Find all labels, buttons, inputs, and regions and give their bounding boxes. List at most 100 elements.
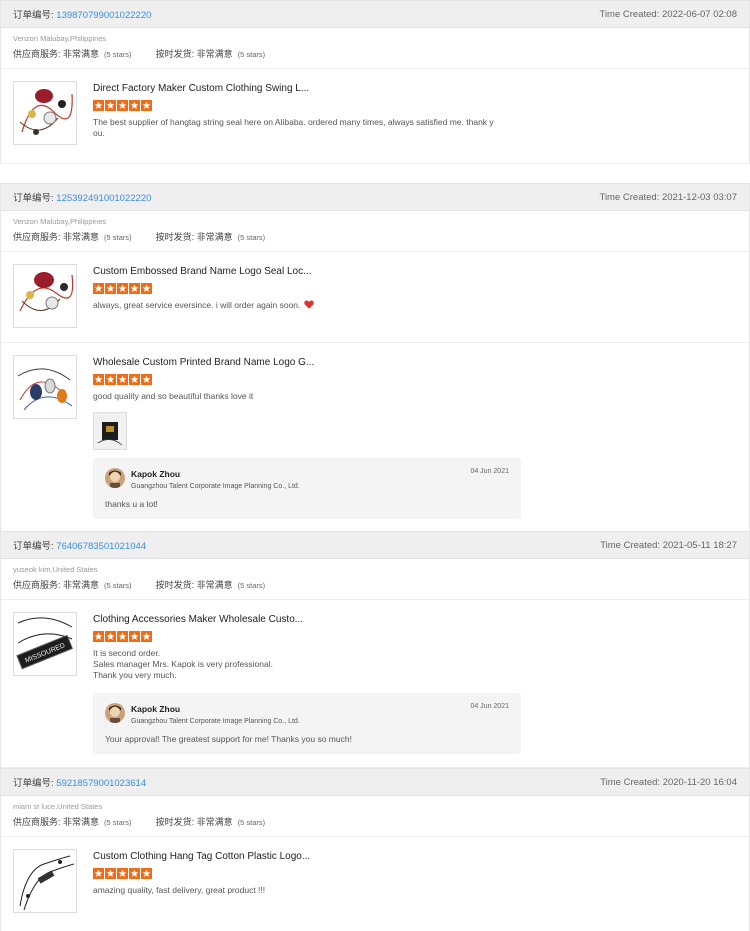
star-icon: [141, 631, 152, 642]
heart-icon: [304, 300, 315, 309]
reply-author: Kapok Zhou: [131, 469, 181, 479]
order-ratings: 供应商服务: 非常满意 (5 stars) 按时发货: 非常满意 (5 stars): [13, 815, 737, 828]
delivery-value: 非常满意: [196, 232, 233, 242]
reply-date: 04 Jun 2021: [470, 468, 509, 475]
review-comment: good quality and so beautiful thanks lov…: [93, 391, 254, 401]
order-number-link[interactable]: 76406783501021044: [56, 541, 146, 552]
star-icon: [117, 631, 128, 642]
supplier-service-label: 供应商服务:: [13, 232, 61, 242]
reply-author: Kapok Zhou: [131, 704, 181, 714]
buyer-info: Venzon Malubay,Philippines 供应商服务: 非常满意 (5…: [1, 28, 749, 69]
product-thumbnail[interactable]: [13, 264, 77, 328]
buyer-info: Venzon Malubay,Philippines 供应商服务: 非常满意 (5…: [1, 211, 749, 252]
time-created-value: 2022-06-07 02:08: [661, 8, 737, 20]
avatar-icon: [105, 468, 125, 488]
order-header: 订单编号: 59218579001023614 Time Created: 20…: [1, 768, 749, 796]
delivery-stars: (5 stars): [237, 50, 266, 59]
hangtag-image: [14, 265, 76, 327]
buyer-name: Venzon Malubay,Philippines: [13, 34, 107, 43]
order-number-link[interactable]: 139870799001022220: [56, 10, 151, 21]
supplier-service-label: 供应商服务:: [13, 49, 61, 59]
product-review: Custom Clothing Hang Tag Cotton Plastic …: [1, 837, 749, 931]
order-header: 订单编号: 125392491001022220 Time Created: 2…: [1, 183, 749, 211]
supplier-service-stars: (5 stars): [104, 233, 132, 242]
supplier-service-value: 非常满意: [63, 232, 100, 242]
product-title-link[interactable]: Custom Embossed Brand Name Logo Seal Loc…: [93, 266, 737, 277]
hangtag-image: [14, 82, 76, 144]
order-header: 订单编号: 139870799001022220 Time Created: 2…: [1, 0, 749, 28]
supplier-service-stars: (5 stars): [104, 818, 132, 827]
avatar-icon: [105, 703, 125, 723]
time-created-label: Time Created:: [600, 776, 661, 788]
delivery-label: 按时发货:: [155, 817, 195, 827]
rating-stars: [93, 374, 737, 385]
delivery-label: 按时发货:: [155, 580, 195, 590]
time-created-value: 2021-05-11 18:27: [662, 539, 737, 551]
product-thumbnail[interactable]: [13, 355, 77, 419]
reply-company: Guangzhou Talent Corporate Image Plannin…: [131, 483, 300, 490]
rating-stars: [93, 868, 737, 879]
product-title-link[interactable]: Direct Factory Maker Custom Clothing Swi…: [93, 83, 737, 94]
order-no-label: 订单编号:: [13, 193, 54, 204]
time-created-label: Time Created:: [599, 191, 660, 203]
product-title-link[interactable]: Wholesale Custom Printed Brand Name Logo…: [93, 357, 737, 368]
supplier-service-stars: (5 stars): [104, 50, 132, 59]
buyer-info: yuseok kim,United States 供应商服务: 非常满意 (5 s…: [1, 559, 749, 600]
product-title-link[interactable]: Custom Clothing Hang Tag Cotton Plastic …: [93, 851, 737, 862]
star-icon: [129, 631, 140, 642]
review-comment: amazing quality, fast delivery, great pr…: [93, 885, 266, 895]
time-created-value: 2021-12-03 03:07: [661, 191, 737, 203]
star-icon: [129, 100, 140, 111]
delivery-stars: (5 stars): [237, 233, 266, 242]
time-created-value: 2020-11-20 16:04: [662, 776, 737, 788]
product-title-link[interactable]: Clothing Accessories Maker Wholesale Cus…: [93, 614, 737, 625]
delivery-value: 非常满意: [196, 580, 233, 590]
order-card: 订单编号: 59218579001023614 Time Created: 20…: [0, 768, 750, 931]
order-number-link[interactable]: 59218579001023614: [56, 778, 146, 789]
star-icon: [105, 374, 116, 385]
hangtag-image: [14, 356, 76, 418]
star-icon: [93, 631, 104, 642]
order-no-label: 订单编号:: [13, 541, 54, 552]
star-icon: [117, 868, 128, 879]
order-ratings: 供应商服务: 非常满意 (5 stars) 按时发货: 非常满意 (5 stars): [13, 47, 737, 60]
product-thumbnail[interactable]: [13, 81, 77, 145]
buyer-info: miam st luce,United States 供应商服务: 非常满意 (5…: [1, 796, 749, 837]
star-icon: [141, 374, 152, 385]
supplier-service-stars: (5 stars): [104, 581, 132, 590]
product-review: Custom Embossed Brand Name Logo Seal Loc…: [1, 252, 749, 343]
star-icon: [129, 374, 140, 385]
order-no-label: 订单编号:: [13, 10, 54, 21]
buyer-name: Venzon Malubay,Philippines: [13, 217, 107, 226]
supplier-service-value: 非常满意: [63, 817, 100, 827]
review-photo[interactable]: [93, 412, 127, 450]
order-card: 订单编号: 125392491001022220 Time Created: 2…: [0, 183, 750, 531]
delivery-label: 按时发货:: [155, 232, 195, 242]
review-comment: The best supplier of hangtag string seal…: [93, 117, 494, 138]
star-icon: [141, 868, 152, 879]
order-number-link[interactable]: 125392491001022220: [56, 193, 151, 204]
star-icon: [105, 631, 116, 642]
star-icon: [129, 283, 140, 294]
order-ratings: 供应商服务: 非常满意 (5 stars) 按时发货: 非常满意 (5 stars): [13, 230, 737, 243]
star-icon: [141, 283, 152, 294]
seller-reply: Kapok Zhou Guangzhou Talent Corporate Im…: [93, 693, 521, 754]
review-comment-text: always, great service eversince. i will …: [93, 300, 301, 310]
reply-text: Your approval! The greatest support for …: [105, 734, 352, 744]
seller-reply: Kapok Zhou Guangzhou Talent Corporate Im…: [93, 458, 521, 519]
product-thumbnail[interactable]: [13, 849, 77, 913]
product-review: Wholesale Custom Printed Brand Name Logo…: [1, 343, 749, 531]
buyer-name: yuseok kim,United States: [13, 565, 98, 574]
product-review: Direct Factory Maker Custom Clothing Swi…: [1, 69, 749, 164]
product-thumbnail[interactable]: MISSOURED: [13, 612, 77, 676]
supplier-service-value: 非常满意: [63, 580, 100, 590]
reply-date: 04 Jun 2021: [470, 703, 509, 710]
order-card: 订单编号: 76406783501021044 Time Created: 20…: [0, 531, 750, 768]
order-no-label: 订单编号:: [13, 778, 54, 789]
delivery-stars: (5 stars): [237, 581, 266, 590]
hangtag-image: [14, 850, 76, 912]
supplier-service-value: 非常满意: [63, 49, 100, 59]
star-icon: [105, 100, 116, 111]
delivery-value: 非常满意: [196, 49, 233, 59]
hangtag-image: MISSOURED: [14, 613, 76, 675]
